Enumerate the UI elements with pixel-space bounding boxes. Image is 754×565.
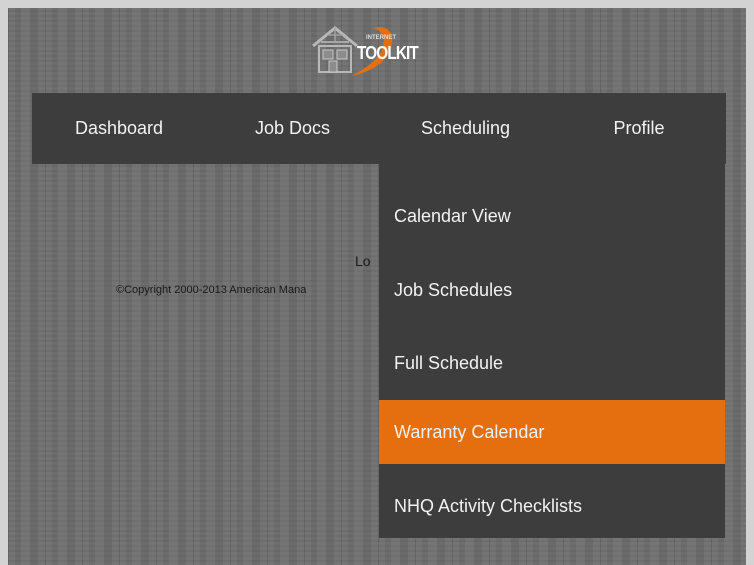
nav-item-dashboard[interactable]: Dashboard [32, 93, 206, 164]
page-background: INTERNET TOOLKIT Dashboard Job Docs Sche… [8, 8, 746, 565]
menu-item-job-schedules[interactable]: Job Schedules [379, 258, 725, 322]
logout-link[interactable]: Lo [355, 253, 371, 269]
toolkit-logo[interactable]: INTERNET TOOLKIT [311, 16, 443, 80]
main-navbar: Dashboard Job Docs Scheduling Profile [32, 93, 726, 164]
logo-small-text: INTERNET [366, 35, 396, 41]
nav-item-job-docs[interactable]: Job Docs [206, 93, 379, 164]
scheduling-dropdown-menu: Calendar View Job Schedules Full Schedul… [379, 164, 725, 538]
menu-item-nhq-activity-checklists[interactable]: NHQ Activity Checklists [379, 474, 725, 538]
nav-item-profile[interactable]: Profile [552, 93, 726, 164]
nav-item-scheduling[interactable]: Scheduling [379, 93, 552, 164]
menu-item-full-schedule[interactable]: Full Schedule [379, 331, 725, 395]
logo-text: TOOLKIT [357, 43, 419, 63]
menu-item-warranty-calendar[interactable]: Warranty Calendar [379, 400, 725, 464]
copyright-text: ©Copyright 2000-2013 American Mana [116, 284, 307, 296]
menu-item-calendar-view[interactable]: Calendar View [379, 184, 725, 248]
